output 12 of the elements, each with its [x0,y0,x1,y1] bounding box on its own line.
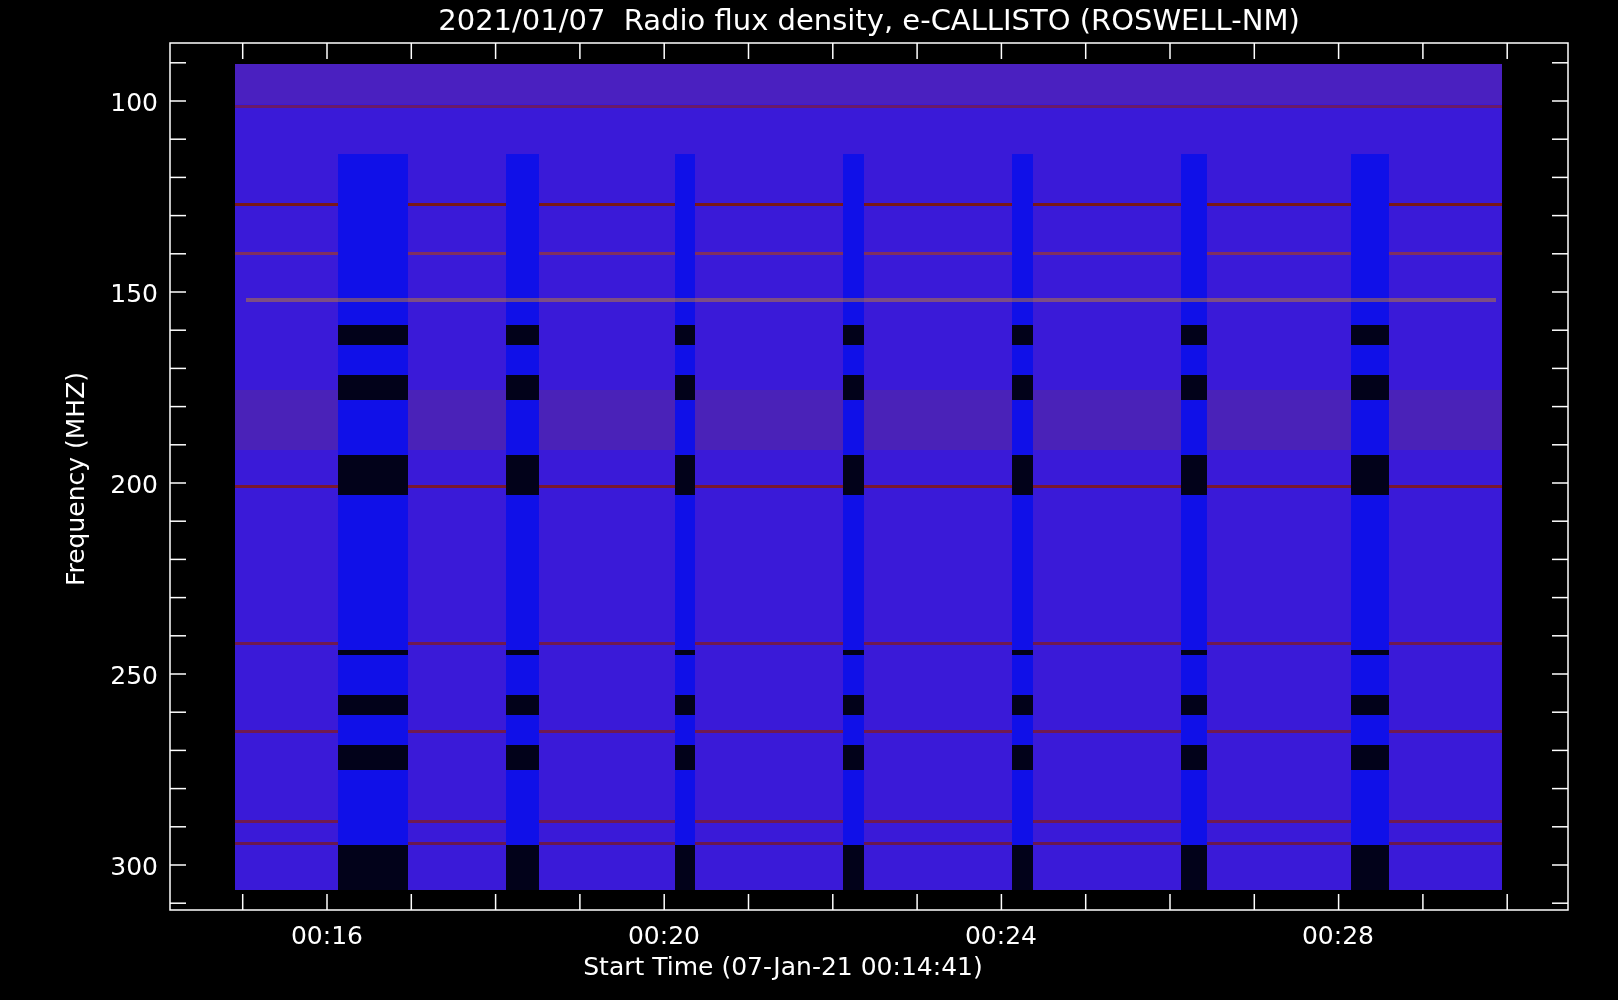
y-tick-label: 200 [110,470,158,499]
x-tick-label: 00:24 [965,921,1037,950]
y-axis-label: Frequency (MHZ) [61,371,90,587]
x-axis-label: Start Time (07-Jan-21 00:14:41) [583,952,983,981]
chart-title: 2021/01/07 Radio flux density, e-CALLISTO (ROSWELL-NM) [438,3,1300,37]
x-tick-label: 00:16 [291,921,363,950]
y-tick-label: 100 [110,88,158,117]
y-tick-label: 150 [110,279,158,308]
x-tick-label: 00:28 [1302,921,1374,950]
x-tick-label: 00:20 [628,921,700,950]
y-tick-label: 300 [110,852,158,881]
y-tick-label: 250 [110,661,158,690]
